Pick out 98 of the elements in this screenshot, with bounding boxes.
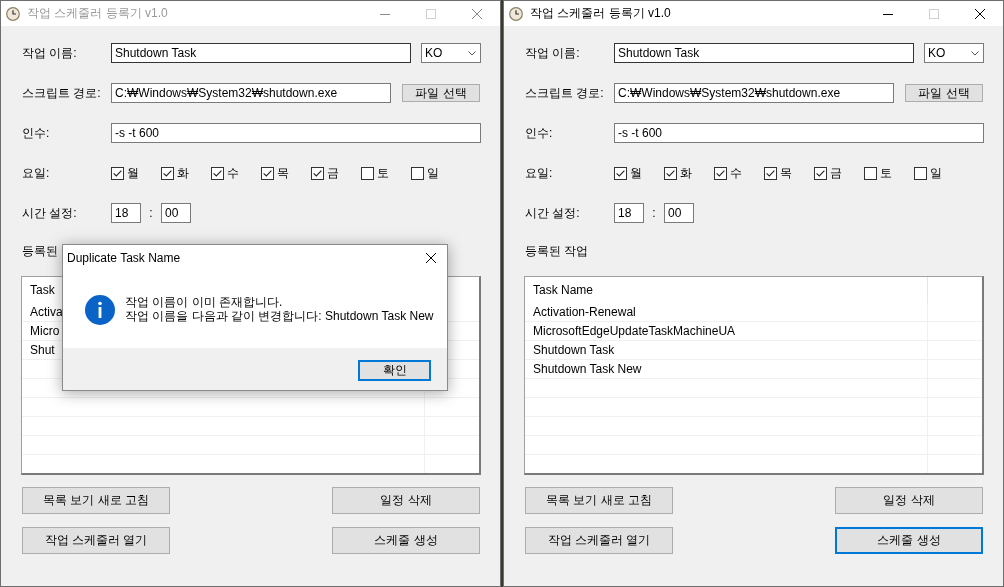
- task-name-cell[interactable]: Activa: [30, 305, 63, 319]
- checkmark-icon: [163, 169, 172, 177]
- checkbox-label: 토: [377, 164, 389, 182]
- language-dropdown[interactable]: KO: [924, 43, 984, 63]
- field-label: 작업 이름:: [21, 44, 78, 62]
- dialog-message: 작업 이름이 이미 존재합니다.: [125, 295, 284, 309]
- chevron-down-icon: [971, 50, 979, 56]
- action-button[interactable]: 작업 스케줄러 열기: [22, 527, 170, 554]
- column-header[interactable]: Task Name: [525, 277, 928, 303]
- checkbox-label: 월: [127, 164, 139, 182]
- checkmark-icon: [313, 169, 322, 177]
- action-button[interactable]: 스케줄 생성: [835, 527, 983, 554]
- checkbox[interactable]: [261, 166, 274, 180]
- dialog-title: Duplicate Task Name: [67, 251, 181, 265]
- checkbox[interactable]: [914, 166, 927, 180]
- task-name-cell[interactable]: Shutdown Task New: [533, 362, 642, 376]
- checkbox-label: 토: [880, 164, 892, 182]
- checkmark-icon: [113, 169, 122, 177]
- clock-icon: [509, 6, 523, 21]
- action-button[interactable]: 목록 보기 새로 고침: [22, 487, 170, 514]
- task-name-cell[interactable]: Micro: [30, 324, 60, 338]
- field-label: 시간 설정:: [524, 204, 581, 222]
- action-button[interactable]: 작업 스케줄러 열기: [525, 527, 673, 554]
- minute-input[interactable]: 00: [161, 203, 191, 223]
- checkbox-label: 화: [177, 164, 189, 182]
- script-path-input[interactable]: C:₩Windows₩System32₩shutdown.exe: [614, 83, 894, 103]
- close-icon: [426, 253, 436, 263]
- field-label: 스크립트 경로:: [21, 84, 102, 102]
- field-label: 스크립트 경로:: [524, 84, 605, 102]
- script-path-input[interactable]: C:₩Windows₩System32₩shutdown.exe: [111, 83, 391, 103]
- checkmark-icon: [616, 169, 625, 177]
- checkbox[interactable]: [764, 166, 777, 180]
- window-title: 작업 스케줄러 등록기 v1.0: [530, 5, 671, 22]
- field-label: 인수:: [21, 124, 51, 142]
- task-name-input[interactable]: Shutdown Task: [614, 43, 914, 63]
- checkmark-icon: [263, 169, 272, 177]
- hour-input[interactable]: 18: [614, 203, 644, 223]
- field-label: 작업 이름:: [524, 44, 581, 62]
- hour-input[interactable]: 18: [111, 203, 141, 223]
- checkbox-label: 일: [427, 164, 439, 182]
- field-label: 인수:: [524, 124, 554, 142]
- task-name-cell[interactable]: MicrosoftEdgeUpdateTaskMachineUA: [533, 324, 736, 338]
- checkbox[interactable]: [714, 166, 727, 180]
- checkbox[interactable]: [161, 166, 174, 180]
- checkmark-icon: [766, 169, 775, 177]
- checkbox-label: 화: [680, 164, 692, 182]
- checkbox-label: 수: [227, 164, 239, 182]
- task-name-cell[interactable]: Shutdown Task: [533, 343, 615, 357]
- task-name-cell[interactable]: Activation-Renewal: [533, 305, 636, 319]
- section-label: 등록된: [21, 244, 58, 258]
- checkbox-label: 금: [830, 164, 842, 182]
- window-title: 작업 스케줄러 등록기 v1.0: [27, 5, 168, 22]
- checkbox[interactable]: [411, 166, 424, 180]
- checkbox[interactable]: [664, 166, 677, 180]
- task-name-cell[interactable]: Shut: [30, 343, 55, 357]
- file-select-button[interactable]: 파일 선택: [905, 84, 983, 102]
- close-icon: [975, 8, 985, 19]
- minute-input[interactable]: 00: [664, 203, 694, 223]
- checkmark-icon: [816, 169, 825, 177]
- checkbox-label: 목: [780, 164, 792, 182]
- checkbox[interactable]: [311, 166, 324, 180]
- checkbox[interactable]: [814, 166, 827, 180]
- time-separator: :: [148, 206, 154, 220]
- checkbox-label: 월: [630, 164, 642, 182]
- arguments-input[interactable]: -s -t 600: [614, 123, 984, 143]
- section-label: 등록된 작업: [524, 244, 589, 258]
- action-button[interactable]: 일정 삭제: [332, 487, 480, 514]
- arguments-input[interactable]: -s -t 600: [111, 123, 481, 143]
- checkbox[interactable]: [211, 166, 224, 180]
- checkbox-label: 수: [730, 164, 742, 182]
- action-button[interactable]: 스케줄 생성: [332, 527, 480, 554]
- clock-icon: [6, 6, 20, 21]
- task-name-input[interactable]: Shutdown Task: [111, 43, 411, 63]
- checkbox[interactable]: [361, 166, 374, 180]
- maximize-icon: [929, 8, 939, 19]
- field-label: 요일:: [524, 164, 554, 182]
- close-icon: [472, 8, 482, 19]
- language-dropdown[interactable]: KO: [421, 43, 481, 63]
- chevron-down-icon: [468, 50, 476, 56]
- time-separator: :: [651, 206, 657, 220]
- checkbox-label: 목: [277, 164, 289, 182]
- checkbox[interactable]: [614, 166, 627, 180]
- action-button[interactable]: 일정 삭제: [835, 487, 983, 514]
- checkmark-icon: [666, 169, 675, 177]
- action-button[interactable]: 목록 보기 새로 고침: [525, 487, 673, 514]
- info-icon: [85, 295, 115, 325]
- maximize-icon: [426, 8, 436, 19]
- checkmark-icon: [213, 169, 222, 177]
- ok-button[interactable]: 확인: [358, 360, 431, 381]
- field-label: 요일:: [21, 164, 51, 182]
- file-select-button[interactable]: 파일 선택: [402, 84, 480, 102]
- checkbox-label: 금: [327, 164, 339, 182]
- checkbox[interactable]: [111, 166, 124, 180]
- dialog-message: 작업 이름을 다음과 같이 변경합니다: Shutdown Task New: [125, 309, 434, 323]
- field-label: 시간 설정:: [21, 204, 78, 222]
- checkmark-icon: [716, 169, 725, 177]
- checkbox-label: 일: [930, 164, 942, 182]
- checkbox[interactable]: [864, 166, 877, 180]
